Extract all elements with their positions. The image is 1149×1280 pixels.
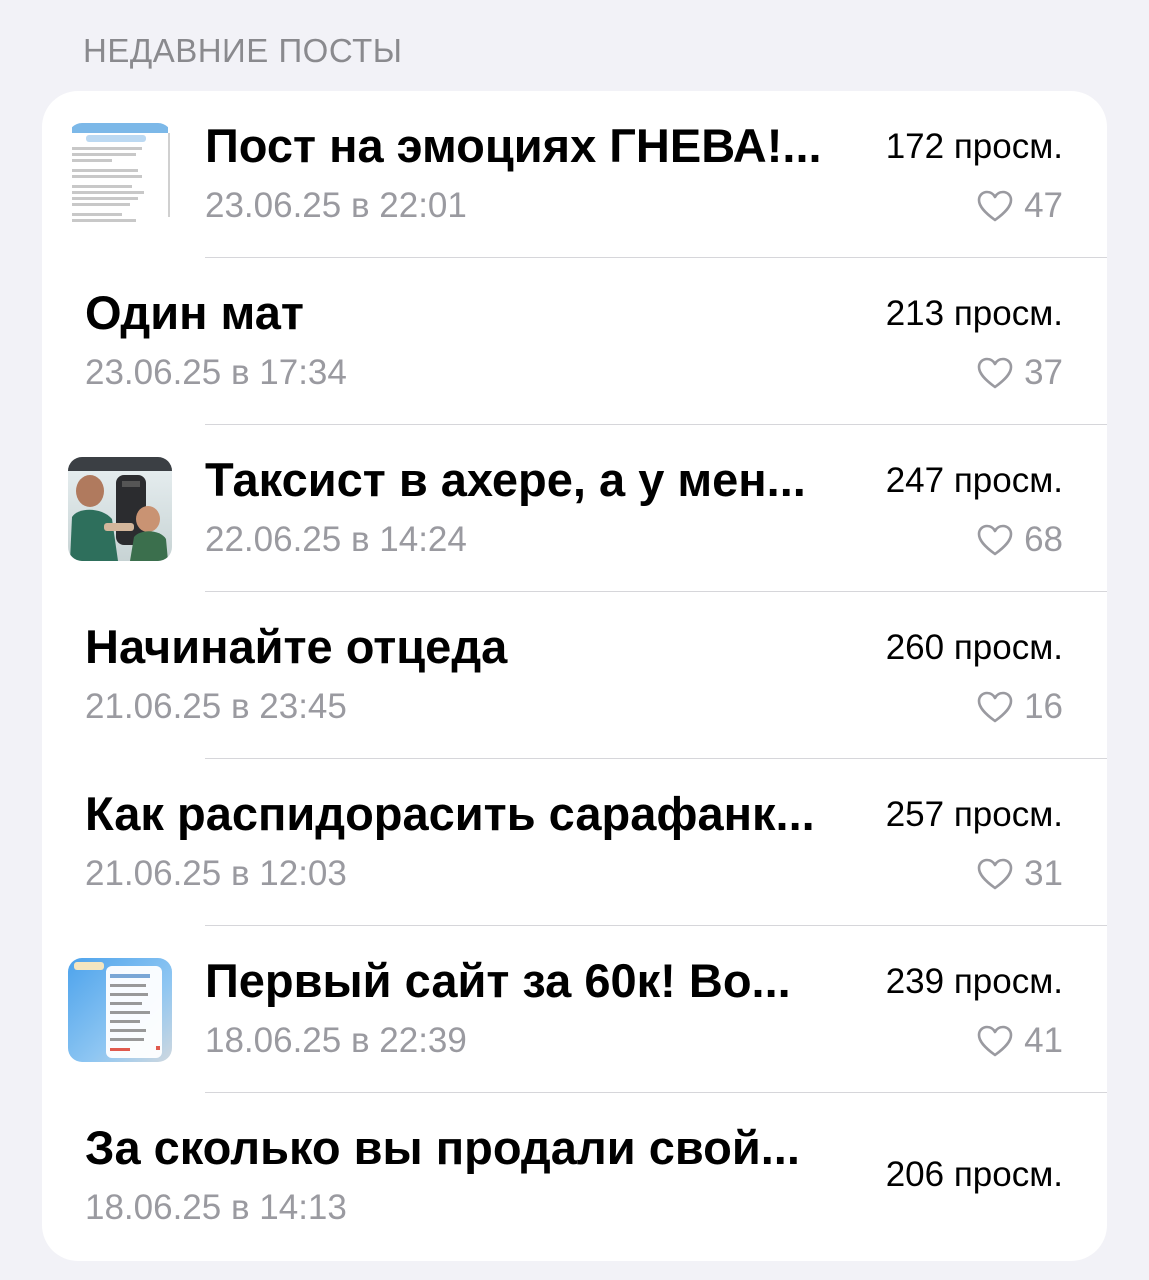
post-date: 22.06.25 в 14:24: [205, 520, 467, 559]
post-title: За сколько вы продали свой...: [85, 1121, 800, 1174]
post-row[interactable]: Как распидорасить сарафанк... 21.06.25 в…: [42, 759, 1107, 926]
likes-count: 47: [1024, 186, 1063, 225]
post-date: 21.06.25 в 12:03: [85, 854, 347, 893]
likes-count: 41: [1024, 1021, 1063, 1060]
post-title: Один мат: [85, 286, 304, 339]
post-views: 247 просм.: [885, 461, 1063, 500]
recent-posts-list: Пост на эмоциях ГНЕВА!... 23.06.25 в 22:…: [42, 91, 1107, 1261]
post-row[interactable]: Начинайте отцеда 21.06.25 в 23:45 260 пр…: [42, 592, 1107, 759]
post-views: 260 просм.: [885, 628, 1063, 667]
likes-count: 37: [1024, 353, 1063, 392]
post-likes: 16: [976, 687, 1063, 727]
likes-count: 31: [1024, 854, 1063, 893]
section-header: НЕДАВНИЕ ПОСТЫ: [83, 32, 403, 69]
post-thumbnail: [68, 457, 172, 561]
post-title: Пост на эмоциях ГНЕВА!...: [205, 119, 822, 172]
post-likes: 31: [976, 854, 1063, 894]
post-views: 239 просм.: [885, 962, 1063, 1001]
post-row[interactable]: Первый сайт за 60к! Во... 18.06.25 в 22:…: [42, 926, 1107, 1093]
post-likes: 41: [976, 1021, 1063, 1061]
post-date: 23.06.25 в 22:01: [205, 186, 467, 225]
heart-icon: [977, 524, 1013, 556]
post-date: 18.06.25 в 14:13: [85, 1188, 347, 1227]
heart-icon: [977, 858, 1013, 890]
post-thumbnail: [68, 123, 172, 227]
heart-icon: [977, 1025, 1013, 1057]
post-title: Таксист в ахере, а у мен...: [205, 453, 806, 506]
post-row[interactable]: За сколько вы продали свой... 18.06.25 в…: [42, 1093, 1107, 1260]
heart-icon: [977, 691, 1013, 723]
post-row[interactable]: Один мат 23.06.25 в 17:34 213 просм. 37: [42, 258, 1107, 425]
heart-icon: [977, 190, 1013, 222]
post-title: Начинайте отцеда: [85, 620, 508, 673]
post-title: Первый сайт за 60к! Во...: [205, 954, 791, 1007]
post-likes: 68: [976, 520, 1063, 560]
heart-icon: [977, 357, 1013, 389]
post-views: 172 просм.: [885, 127, 1063, 166]
likes-count: 68: [1024, 520, 1063, 559]
post-row[interactable]: Таксист в ахере, а у мен... 22.06.25 в 1…: [42, 425, 1107, 592]
likes-count: 16: [1024, 687, 1063, 726]
post-views: 213 просм.: [885, 294, 1063, 333]
post-likes: 47: [976, 186, 1063, 226]
post-date: 23.06.25 в 17:34: [85, 353, 347, 392]
post-date: 21.06.25 в 23:45: [85, 687, 347, 726]
post-row[interactable]: Пост на эмоциях ГНЕВА!... 23.06.25 в 22:…: [42, 91, 1107, 258]
post-thumbnail: [68, 958, 172, 1062]
post-views: 257 просм.: [885, 795, 1063, 834]
post-title: Как распидорасить сарафанк...: [85, 787, 815, 840]
post-date: 18.06.25 в 22:39: [205, 1021, 467, 1060]
post-views: 206 просм.: [885, 1155, 1063, 1194]
post-likes: 37: [976, 353, 1063, 393]
